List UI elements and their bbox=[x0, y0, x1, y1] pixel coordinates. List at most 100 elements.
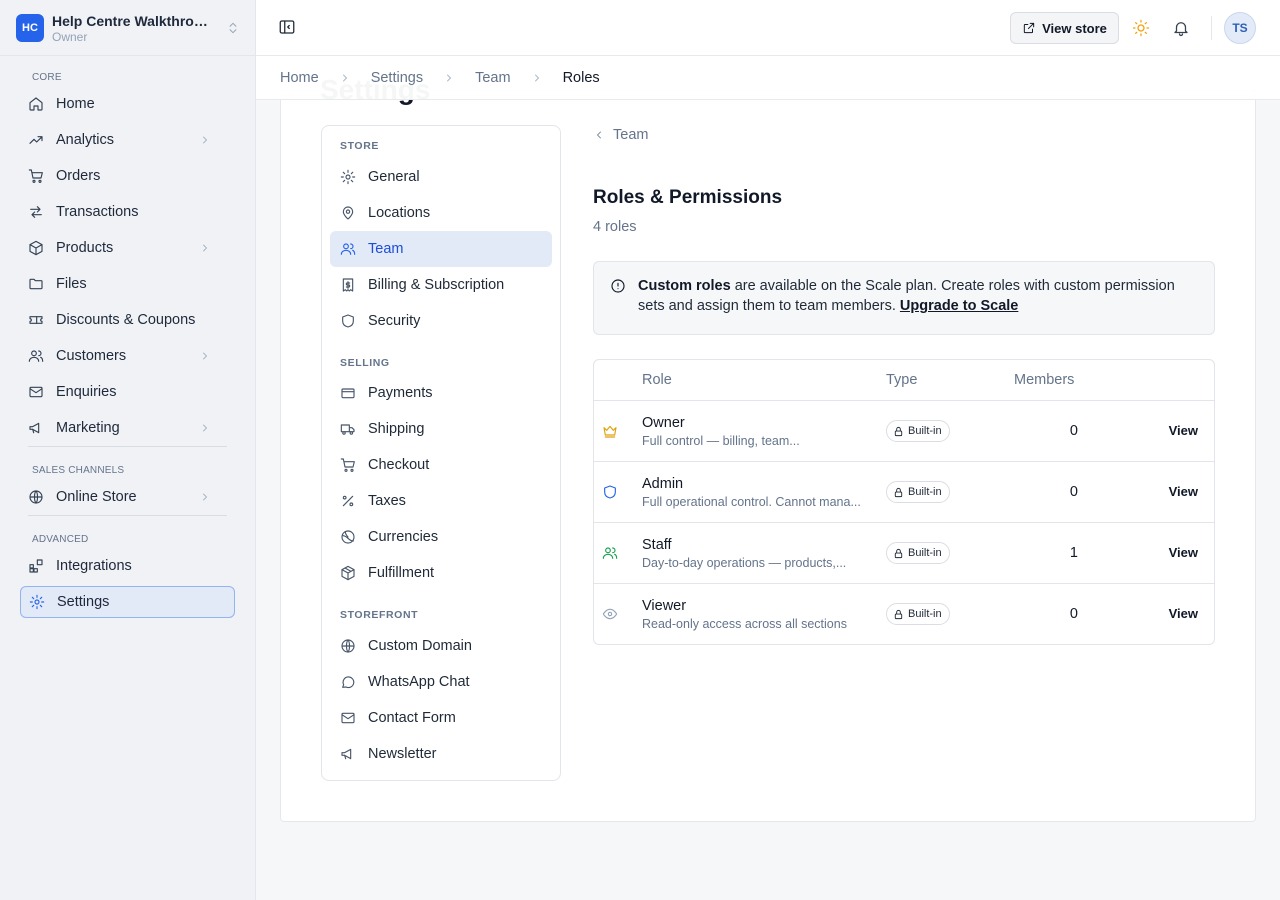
role-members: 0 bbox=[1069, 423, 1078, 439]
sidebar-item-online-store[interactable]: Online Store bbox=[20, 481, 235, 513]
cart-icon bbox=[340, 458, 355, 472]
settings-item-label: Payments bbox=[368, 385, 433, 401]
percent-icon bbox=[342, 495, 354, 507]
sidebar-item-files[interactable]: Files bbox=[20, 268, 235, 300]
package-icon bbox=[341, 565, 355, 581]
sun-icon[interactable] bbox=[1132, 19, 1150, 37]
role-members: 0 bbox=[1069, 484, 1078, 500]
users-icon bbox=[340, 243, 356, 255]
role-description: Full operational control. Cannot mana... bbox=[642, 495, 861, 509]
settings-item-team[interactable]: Team bbox=[330, 231, 552, 267]
settings-item-shipping[interactable]: Shipping bbox=[330, 411, 552, 447]
chevron-right-icon bbox=[203, 244, 207, 252]
lock-icon bbox=[894, 548, 903, 558]
ticket-icon bbox=[29, 316, 43, 324]
breadcrumb: Home Settings Team Roles bbox=[256, 56, 1280, 100]
role-members: 1 bbox=[1069, 545, 1078, 561]
settings-item-locations[interactable]: Locations bbox=[330, 195, 552, 231]
view-role-button[interactable]: View bbox=[1169, 606, 1198, 621]
back-link[interactable]: Team bbox=[593, 127, 648, 143]
lock-icon bbox=[894, 487, 903, 497]
role-type-badge: Built-in bbox=[886, 603, 950, 625]
settings-item-security[interactable]: Security bbox=[330, 303, 552, 339]
section-sales-channels: SALES CHANNELS bbox=[32, 465, 125, 476]
table-row[interactable]: Admin Full operational control. Cannot m… bbox=[594, 462, 1214, 523]
eye-icon bbox=[602, 608, 618, 620]
table-row[interactable]: Owner Full control — billing, team... Bu… bbox=[594, 401, 1214, 462]
settings-item-general[interactable]: General bbox=[330, 159, 552, 195]
settings-item-label: Fulfillment bbox=[368, 565, 435, 581]
map-pin-icon bbox=[342, 206, 354, 220]
sidebar-item-discounts[interactable]: Discounts & Coupons bbox=[20, 304, 235, 336]
chevron-right-icon bbox=[447, 74, 452, 81]
role-name: Staff bbox=[642, 537, 672, 553]
view-role-button[interactable]: View bbox=[1169, 423, 1198, 438]
breadcrumb-settings[interactable]: Settings bbox=[371, 70, 423, 86]
external-link-icon bbox=[1023, 22, 1035, 34]
sidebar-toggle-icon[interactable] bbox=[278, 18, 296, 36]
role-type-label: Built-in bbox=[908, 425, 942, 437]
breadcrumb-home[interactable]: Home bbox=[280, 70, 319, 86]
sidebar-item-settings[interactable]: Settings bbox=[20, 586, 235, 618]
role-name: Owner bbox=[642, 415, 685, 431]
table-row[interactable]: Staff Day-to-day operations — products,.… bbox=[594, 523, 1214, 584]
settings-item-newsletter[interactable]: Newsletter bbox=[330, 736, 552, 772]
sidebar: HC Help Centre Walkthrough Owner CORE Ho… bbox=[0, 0, 256, 900]
view-store-button[interactable]: View store bbox=[1010, 12, 1119, 44]
settings-item-label: Custom Domain bbox=[368, 638, 472, 654]
settings-item-label: Billing & Subscription bbox=[368, 277, 505, 293]
sidebar-item-label: Files bbox=[56, 276, 87, 292]
sidebar-item-label: Integrations bbox=[56, 558, 132, 574]
breadcrumb-team[interactable]: Team bbox=[475, 70, 510, 86]
lock-icon bbox=[894, 609, 903, 619]
section-core: CORE bbox=[32, 72, 62, 83]
role-type-badge: Built-in bbox=[886, 481, 950, 503]
settings-item-billing[interactable]: Billing & Subscription bbox=[330, 267, 552, 303]
settings-item-label: Newsletter bbox=[368, 746, 437, 762]
mail-icon bbox=[29, 386, 43, 398]
bell-icon[interactable] bbox=[1172, 19, 1190, 37]
sidebar-item-enquiries[interactable]: Enquiries bbox=[20, 376, 235, 408]
sidebar-item-home[interactable]: Home bbox=[20, 88, 235, 120]
table-row[interactable]: Viewer Read-only access across all secti… bbox=[594, 584, 1214, 644]
view-role-button[interactable]: View bbox=[1169, 545, 1198, 560]
sidebar-item-transactions[interactable]: Transactions bbox=[20, 196, 235, 228]
globe-icon bbox=[29, 490, 43, 504]
sidebar-item-label: Marketing bbox=[56, 420, 120, 436]
view-role-button[interactable]: View bbox=[1169, 484, 1198, 499]
role-members: 0 bbox=[1069, 606, 1078, 622]
settings-item-checkout[interactable]: Checkout bbox=[330, 447, 552, 483]
settings-item-label: General bbox=[368, 169, 420, 185]
sidebar-item-marketing[interactable]: Marketing bbox=[20, 412, 235, 444]
settings-section-selling: SELLING bbox=[340, 357, 390, 369]
role-type-label: Built-in bbox=[908, 486, 942, 498]
role-description: Full control — billing, team... bbox=[642, 434, 800, 448]
workspace-switcher[interactable]: HC Help Centre Walkthrough Owner bbox=[16, 9, 240, 47]
workspace-name: Help Centre Walkthrough bbox=[52, 12, 212, 29]
avatar[interactable]: TS bbox=[1224, 12, 1256, 44]
lock-icon bbox=[894, 426, 903, 436]
sidebar-item-integrations[interactable]: Integrations bbox=[20, 550, 235, 582]
breadcrumb-roles: Roles bbox=[562, 69, 600, 86]
settings-item-currencies[interactable]: Currencies bbox=[330, 519, 552, 555]
sidebar-item-products[interactable]: Products bbox=[20, 232, 235, 264]
sidebar-item-label: Discounts & Coupons bbox=[56, 312, 196, 328]
sidebar-item-customers[interactable]: Customers bbox=[20, 340, 235, 372]
settings-item-taxes[interactable]: Taxes bbox=[330, 483, 552, 519]
settings-item-payments[interactable]: Payments bbox=[330, 375, 552, 411]
users-icon bbox=[602, 547, 618, 559]
sidebar-item-label: Home bbox=[56, 96, 95, 112]
cart-icon bbox=[28, 169, 43, 183]
settings-item-whatsapp[interactable]: WhatsApp Chat bbox=[330, 664, 552, 700]
settings-item-contact-form[interactable]: Contact Form bbox=[330, 700, 552, 736]
trending-up-icon bbox=[29, 136, 43, 144]
sidebar-item-orders[interactable]: Orders bbox=[20, 160, 235, 192]
settings-item-custom-domain[interactable]: Custom Domain bbox=[330, 628, 552, 664]
sidebar-item-analytics[interactable]: Analytics bbox=[20, 124, 235, 156]
settings-item-label: Currencies bbox=[368, 529, 439, 545]
sidebar-item-label: Analytics bbox=[56, 132, 115, 148]
megaphone-icon bbox=[29, 422, 40, 434]
upgrade-link[interactable]: Upgrade to Scale bbox=[900, 298, 1018, 314]
sidebar-item-label: Orders bbox=[56, 168, 101, 184]
settings-item-fulfillment[interactable]: Fulfillment bbox=[330, 555, 552, 591]
